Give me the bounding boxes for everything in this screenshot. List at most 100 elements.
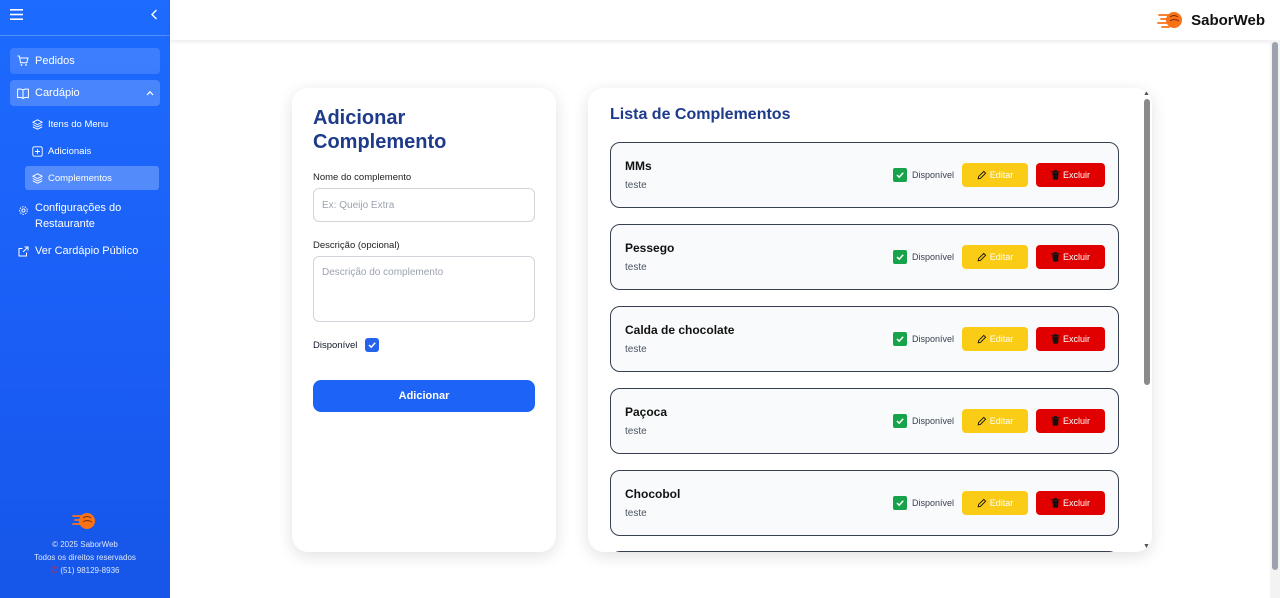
name-label: Nome do complemento [313,172,412,183]
footer-copyright: © 2025 SaborWeb [52,540,118,549]
edit-button[interactable]: Editar [962,163,1028,187]
page-scrollbar-thumb[interactable] [1272,42,1278,570]
sidebar-item-ver-cardapio[interactable]: Ver Cardápio Público [10,238,160,264]
sidebar-item-configuracoes[interactable]: Configurações do Restaurante [10,200,160,232]
sidebar-item-label: Pedidos [35,55,75,67]
delete-button[interactable]: Excluir [1036,409,1105,433]
sidebar-item-label: Ver Cardápio Público [35,245,139,257]
description-textarea[interactable]: Descrição do complemento [313,256,535,322]
pencil-icon [977,170,987,180]
sidebar-item-label: Adicionais [48,145,92,157]
sidebar-item-itens-menu[interactable]: Itens do Menu [25,112,159,136]
edit-button[interactable]: Editar [962,491,1028,515]
item-name: Calda de chocolate [625,323,735,337]
scroll-down-arrow-icon[interactable]: ▼ [1143,543,1150,550]
list-title: Lista de Complementos [610,106,791,123]
page-scrollbar[interactable] [1270,40,1280,598]
pencil-icon [977,416,987,426]
delete-label: Excluir [1062,252,1090,262]
available-label: Disponível [313,339,358,351]
available-label: Disponível [911,334,954,344]
sidebar-item-complementos[interactable]: Complementos [25,166,159,190]
sidebar-item-pedidos[interactable]: Pedidos [10,48,160,74]
scroll-up-arrow-icon[interactable]: ▲ [1143,90,1150,97]
available-checkbox[interactable] [892,414,907,428]
phone-icon: ✆ [50,565,59,575]
available-label: Disponível [911,170,954,180]
edit-button[interactable]: Editar [962,327,1028,351]
complements-list-card: Lista de Complementos MMs teste Disponív… [588,88,1152,552]
external-link-icon [16,244,30,258]
sidebar-top [0,0,170,32]
sidebar: Pedidos Cardápio Itens do Menu Adicionai… [0,0,170,598]
trash-icon [1051,498,1060,508]
footer-phone-number: (51) 98129-8936 [60,566,120,575]
footer-rights: Todos os direitos reservados [34,553,136,562]
edit-label: Editar [989,498,1014,508]
delete-button[interactable]: Excluir [1036,491,1105,515]
layers-icon [31,118,43,130]
add-complement-card: Adicionar Complemento Nome do complement… [292,88,556,552]
hamburger-icon[interactable] [10,7,23,25]
plus-square-icon [31,145,43,157]
trash-icon [1051,416,1060,426]
saborweb-logo-icon [1157,9,1185,31]
sidebar-item-cardapio[interactable]: Cardápio [10,80,160,106]
pencil-icon [977,334,987,344]
trash-icon [1051,170,1060,180]
available-checkbox[interactable] [892,332,907,346]
available-checkbox[interactable] [365,338,380,352]
item-actions: Disponível Editar Excluir [892,163,1105,187]
item-description: teste [625,344,647,355]
name-input[interactable]: Ex: Queijo Extra [313,188,535,222]
item-actions: Disponível Editar Excluir [892,245,1105,269]
saborweb-logo-icon [0,510,170,532]
list-scrollbar-thumb[interactable] [1144,99,1150,385]
item-actions: Disponível Editar Excluir [892,409,1105,433]
trash-icon [1051,334,1060,344]
delete-button[interactable]: Excluir [1036,327,1105,351]
chevron-up-icon [146,87,154,99]
brand[interactable]: SaborWeb [1157,9,1265,31]
pencil-icon [977,252,987,262]
edit-button[interactable]: Editar [962,409,1028,433]
sidebar-divider [0,35,170,36]
delete-label: Excluir [1062,334,1090,344]
list-item: Pessego teste Disponível Editar Excluir [610,224,1119,290]
edit-label: Editar [989,252,1014,262]
edit-button[interactable]: Editar [962,245,1028,269]
item-name: MMs [625,159,652,173]
item-actions: Disponível Editar Excluir [892,327,1105,351]
layers-icon [31,172,43,184]
available-checkbox[interactable] [892,168,907,182]
description-placeholder: Descrição do complemento [322,267,444,278]
book-icon [16,86,30,100]
sidebar-footer: © 2025 SaborWeb Todos os direitos reserv… [0,510,170,577]
delete-label: Excluir [1062,498,1090,508]
footer-phone: ✆ (51) 98129-8936 [0,564,170,577]
delete-label: Excluir [1062,416,1090,426]
available-label: Disponível [911,416,954,426]
available-checkbox[interactable] [892,496,907,510]
list-scrollbar[interactable]: ▲ ▼ [1142,88,1152,552]
item-name: Pessego [625,241,675,255]
delete-button[interactable]: Excluir [1036,245,1105,269]
available-row: Disponível [313,338,535,352]
available-label: Disponível [911,498,954,508]
form-title: Adicionar Complemento [313,107,447,153]
item-actions: Disponível Editar Excluir [892,491,1105,515]
name-placeholder: Ex: Queijo Extra [322,199,395,211]
add-button[interactable]: Adicionar [313,380,535,412]
sidebar-item-label: Itens do Menu [48,118,109,130]
sidebar-item-label-line2: Restaurante [35,218,95,230]
list-item: Calda de chocolate teste Disponível Edit… [610,306,1119,372]
list-item-partial [610,551,1119,552]
edit-label: Editar [989,416,1014,426]
sidebar-item-adicionais[interactable]: Adicionais [25,139,159,163]
sidebar-item-label: Complementos [48,172,112,184]
sidebar-item-label: Configurações do [35,202,122,214]
item-description: teste [625,426,647,437]
chevron-left-icon[interactable] [150,7,158,25]
delete-button[interactable]: Excluir [1036,163,1105,187]
available-checkbox[interactable] [892,250,907,264]
